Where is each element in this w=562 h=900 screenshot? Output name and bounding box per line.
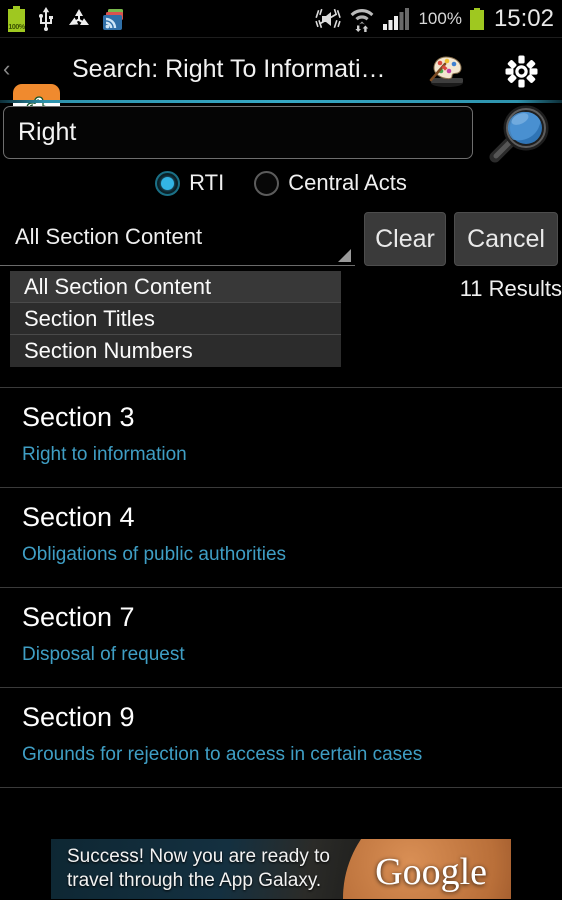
list-item-title: Section 7 [22,602,135,632]
back-chevron-icon[interactable]: ‹ [3,57,10,81]
status-bar-right-icons: 100% 15:02 [314,0,554,38]
battery-icon [469,8,484,30]
list-item-title: Section 9 [22,702,135,732]
ad-banner-text: Success! Now you are ready to travel thr… [67,845,357,893]
battery-percent-label: 100% [418,9,462,28]
rss-currents-icon [103,8,123,30]
list-item-subtitle: Right to information [22,444,187,465]
radio-button-central-acts[interactable] [254,170,280,196]
page-title: Search: Right To Informati… [72,55,386,83]
magnifier-icon[interactable] [483,105,557,163]
scope-radio-group: RTI Central Acts [0,163,562,203]
ad-banner-content[interactable]: Success! Now you are ready to travel thr… [51,839,511,899]
mute-vibrate-icon [315,8,342,29]
radio-option-rti[interactable]: RTI [155,170,224,196]
cancel-button[interactable]: Cancel [454,212,558,266]
radio-option-central-acts[interactable]: Central Acts [254,170,407,196]
action-bar: ‹ Search: Right To Informati… [0,38,562,131]
radio-label-central-acts: Central Acts [288,170,407,195]
usb-icon [39,7,53,31]
dropdown-item-section-titles[interactable]: Section Titles [10,303,341,335]
recycle-icon [69,9,89,25]
wifi-icon [351,9,374,32]
google-logo: Google [375,851,487,893]
list-item-subtitle: Disposal of request [22,644,185,665]
search-scope-spinner[interactable]: All Section Content [0,212,355,266]
spinner-selected-value: All Section Content [15,224,203,249]
list-item[interactable]: Section 9 Grounds for rejection to acces… [0,688,562,788]
app-screen: 100% 100% 15:02 ‹ Search: Right To Infor… [0,0,562,900]
battery-charge-percent: 100% [8,24,25,31]
search-row [0,103,562,163]
status-bar-left-icons: 100% [8,0,125,38]
spinner-dropdown-popup[interactable]: All Section Content Section Titles Secti… [10,271,341,367]
list-item-subtitle: Obligations of public authorities [22,544,287,565]
list-bottom-fade [0,811,562,835]
filter-controls-row: All Section Content Clear Cancel [0,208,562,270]
radio-label-rti: RTI [189,170,225,195]
dropdown-item-section-numbers[interactable]: Section Numbers [10,335,341,367]
ad-banner[interactable]: Success! Now you are ready to travel thr… [0,835,562,900]
list-item-title: Section 4 [22,502,135,532]
dropdown-item-all-section-content[interactable]: All Section Content [10,271,341,303]
list-item[interactable]: Section 3 Right to information [0,388,562,488]
gear-icon[interactable] [505,55,538,88]
list-item[interactable]: Section 4 Obligations of public authorit… [0,488,562,588]
status-bar-clock: 15:02 [493,5,554,32]
spinner-dropdown-arrow-icon [338,249,351,262]
search-results-list[interactable]: Section 2 Definitions Section 3 Right to… [0,288,562,835]
list-item-subtitle: Grounds for rejection to access in certa… [22,744,423,765]
ad-line-1: Success! Now you are ready to [67,846,330,867]
status-bar: 100% 100% 15:02 [0,0,562,38]
palette-icon[interactable] [426,54,468,88]
clear-button[interactable]: Clear [364,212,446,266]
radio-button-rti[interactable] [155,170,181,196]
signal-bars-icon [383,8,410,30]
search-input[interactable] [3,106,473,159]
list-item[interactable]: Section 7 Disposal of request [0,588,562,688]
list-item-title: Section 3 [22,402,135,432]
battery-charge-icon: 100% [8,6,25,32]
ad-line-2: travel through the App Galaxy. [67,870,322,891]
